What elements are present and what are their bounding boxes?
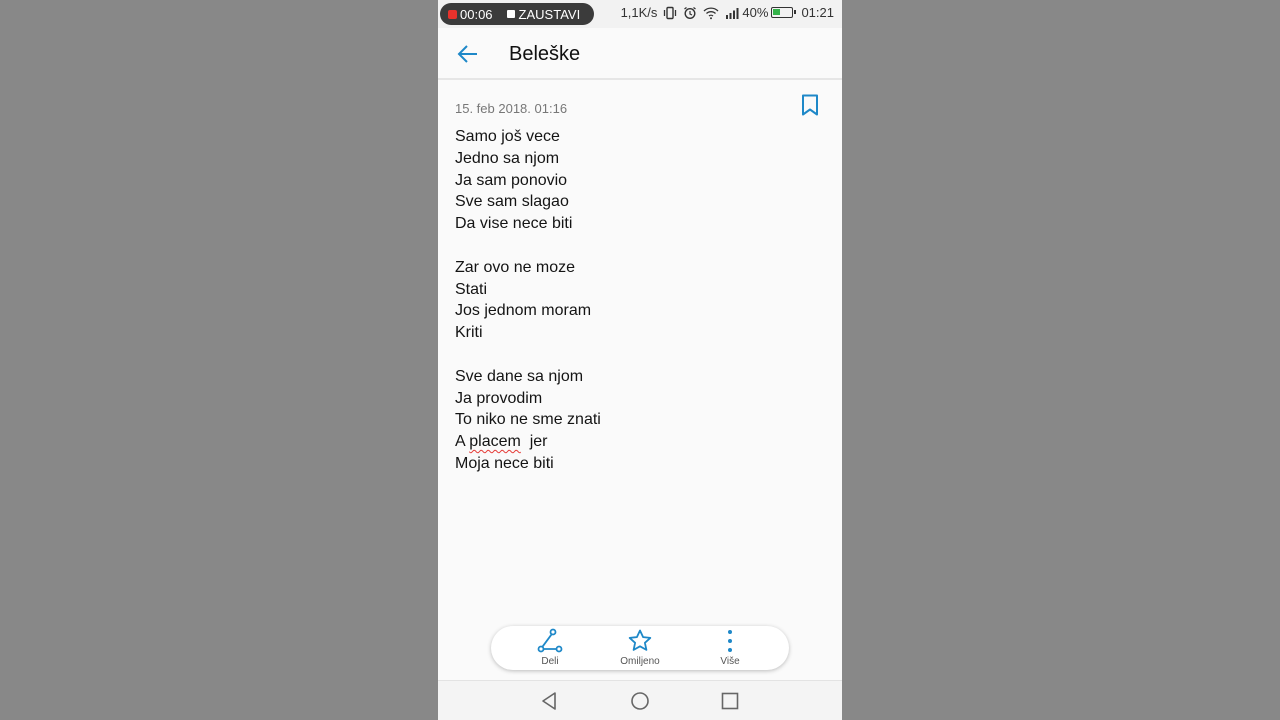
note-line-suffix: jer — [520, 433, 548, 451]
note-line: Ja provodim — [455, 389, 543, 407]
note-date: 15. feb 2018. 01:16 — [455, 101, 568, 116]
nav-recents-button[interactable] — [719, 690, 741, 712]
note-line-blank — [455, 344, 825, 366]
square-recents-icon — [721, 692, 739, 710]
app-bar: Beleške — [438, 28, 842, 80]
more-label: Više — [720, 656, 740, 667]
signal-icon — [725, 7, 739, 19]
favorite-label: Omiljeno — [620, 656, 660, 667]
star-icon — [628, 629, 652, 651]
note-line-blank — [455, 235, 825, 257]
note-text-area[interactable]: Samo još vece Jedno sa njom Ja sam ponov… — [455, 126, 825, 475]
video-letterbox-left — [0, 0, 438, 720]
phone-screen: 00:06 ZAUSTAVI 1,1K/s 40% 01:21 Beleške … — [438, 0, 842, 720]
back-button[interactable] — [454, 40, 482, 68]
note-line: To niko ne sme znati — [455, 411, 601, 429]
vibrate-icon — [663, 6, 677, 20]
nav-home-button[interactable] — [629, 690, 651, 712]
record-dot-icon — [448, 9, 457, 19]
note-line: Da vise nece biti — [455, 215, 573, 233]
more-button[interactable]: Više — [695, 628, 765, 668]
bookmark-button[interactable] — [800, 94, 824, 120]
share-label: Deli — [541, 656, 559, 667]
note-line: Sve dane sa njom — [455, 367, 584, 385]
favorite-button[interactable]: Omiljeno — [605, 628, 675, 668]
note-line: Stati — [455, 280, 488, 298]
video-letterbox-right — [842, 0, 1280, 720]
note-line: Kriti — [455, 324, 483, 342]
note-line-prefix: A — [455, 433, 470, 451]
note-line: Samo još vece — [455, 128, 560, 145]
more-vertical-icon — [728, 630, 732, 652]
net-speed: 1,1K/s — [620, 5, 658, 20]
stop-record-button[interactable]: ZAUSTAVI — [519, 7, 581, 22]
record-time: 00:06 — [460, 6, 493, 22]
wifi-icon — [703, 6, 719, 20]
note-line: Sve sam slagao — [455, 193, 569, 211]
note-action-bar: Deli Omiljeno Više — [491, 626, 789, 670]
triangle-back-icon — [542, 692, 556, 710]
status-indicators: 1,1K/s 40% 01:21 — [621, 5, 834, 20]
battery-percent: 40% — [742, 5, 769, 20]
stop-icon — [506, 10, 515, 18]
note-line: Jos jednom moram — [455, 302, 592, 320]
battery-icon — [771, 7, 797, 18]
clock: 01:21 — [801, 5, 834, 20]
nav-back-button[interactable] — [538, 690, 560, 712]
note-line: Jedno sa njom — [455, 149, 560, 167]
navigation-bar — [438, 680, 842, 720]
screen-record-pill[interactable]: 00:06 ZAUSTAVI — [440, 3, 594, 25]
share-icon — [537, 628, 563, 653]
circle-home-icon — [631, 692, 649, 710]
bookmark-icon — [802, 94, 818, 116]
alarm-icon — [683, 6, 697, 20]
note-line-spellcheck: A placem jer — [455, 431, 825, 453]
note-line: Ja sam ponovio — [455, 171, 568, 189]
share-button[interactable]: Deli — [515, 628, 585, 668]
battery-level-fill — [773, 9, 781, 15]
arrow-left-icon — [457, 45, 477, 63]
misspelled-word[interactable]: placem — [469, 433, 521, 450]
status-bar: 00:06 ZAUSTAVI 1,1K/s 40% 01:21 — [438, 0, 842, 28]
note-line: Zar ovo ne moze — [455, 258, 576, 276]
note-line: Moja nece biti — [455, 454, 554, 472]
page-title: Beleške — [509, 43, 581, 65]
